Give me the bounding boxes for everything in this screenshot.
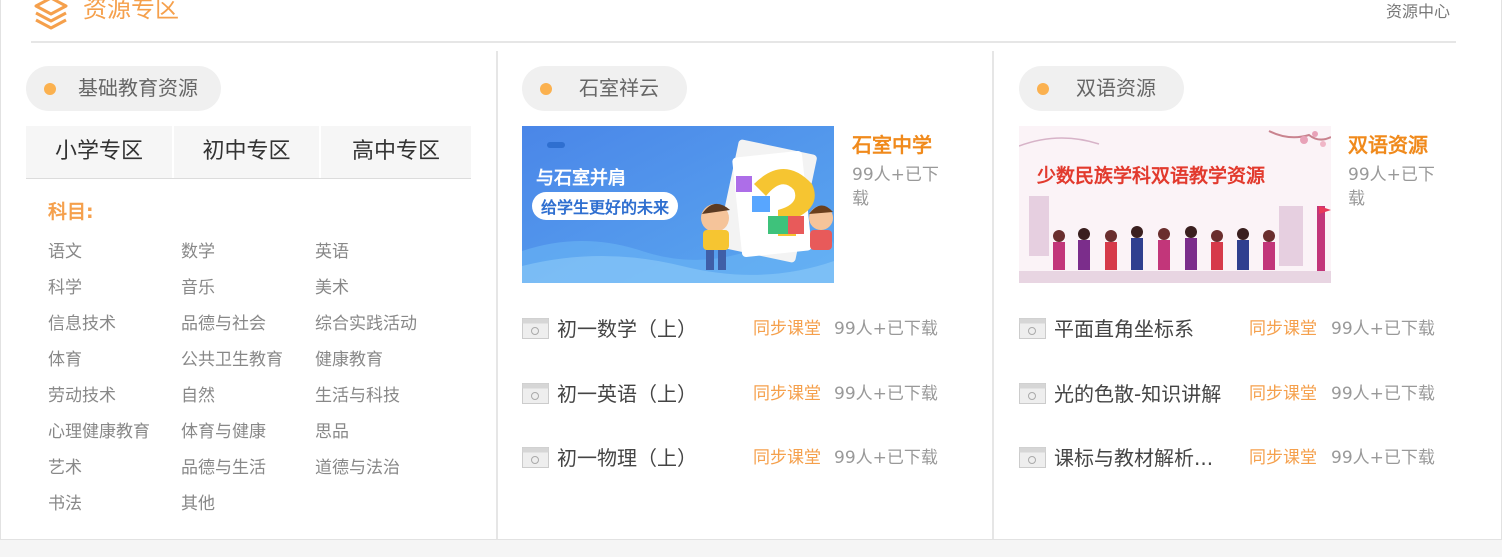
subject-link[interactable]: 科学 xyxy=(48,277,82,299)
resource-center-link[interactable]: 资源中心 xyxy=(1386,0,1450,24)
subject-link[interactable]: 道德与法治 xyxy=(315,457,400,479)
tag-basic-education[interactable]: 基础教育资源 xyxy=(26,66,221,111)
subject-link[interactable]: 综合实践活动 xyxy=(315,313,417,335)
banner-headline: 与石室并肩 xyxy=(536,168,626,189)
subject-link[interactable]: 品德与社会 xyxy=(181,313,266,335)
bullet-dot xyxy=(44,83,56,95)
banner-illustration xyxy=(1019,126,1331,283)
subject-link[interactable]: 思品 xyxy=(315,421,349,443)
list-item[interactable]: 初一数学（上） 同步课堂 99人+已下载 xyxy=(522,315,962,343)
feature-count: 99人+已下载 xyxy=(1348,165,1435,209)
item-title[interactable]: 平面直角坐标系 xyxy=(1054,315,1194,343)
subject-link[interactable]: 艺术 xyxy=(48,457,82,479)
list-item[interactable]: 光的色散-知识讲解 同步课堂 99人+已下载 xyxy=(1019,380,1459,408)
page-footer-strip xyxy=(0,541,1502,557)
document-icon xyxy=(1019,447,1046,468)
layers-icon xyxy=(34,0,68,30)
item-title[interactable]: 课标与教材解析... xyxy=(1054,444,1213,472)
document-icon xyxy=(522,318,549,339)
section-header: 资源专区 资源中心 xyxy=(31,0,1456,43)
item-title[interactable]: 光的色散-知识讲解 xyxy=(1054,380,1221,408)
subject-link[interactable]: 书法 xyxy=(48,493,82,515)
tab-senior[interactable]: 高中专区 xyxy=(321,126,471,178)
subject-link[interactable]: 品德与生活 xyxy=(181,457,266,479)
item-count: 99人+已下载 xyxy=(834,319,938,339)
bullet-dot xyxy=(1037,83,1049,95)
subject-link[interactable]: 体育 xyxy=(48,349,82,371)
item-title[interactable]: 初一数学（上） xyxy=(557,315,697,343)
item-tag: 同步课堂 xyxy=(753,448,821,468)
tag-label: 石室祥云 xyxy=(579,76,659,100)
list-item[interactable]: 初一英语（上） 同步课堂 99人+已下载 xyxy=(522,380,962,408)
tag-label: 双语资源 xyxy=(1076,76,1156,100)
item-tag: 同步课堂 xyxy=(753,319,821,339)
tag-label: 基础教育资源 xyxy=(78,76,198,100)
tag-shishi[interactable]: 石室祥云 xyxy=(522,66,687,111)
feature-title[interactable]: 双语资源 xyxy=(1348,129,1428,158)
subject-link[interactable]: 美术 xyxy=(315,277,349,299)
subject-link[interactable]: 自然 xyxy=(181,385,215,407)
subject-link[interactable]: 英语 xyxy=(315,241,349,263)
item-title[interactable]: 初一英语（上） xyxy=(557,380,697,408)
item-tag: 同步课堂 xyxy=(1249,448,1317,468)
list-item[interactable]: 课标与教材解析... 同步课堂 99人+已下载 xyxy=(1019,444,1459,472)
subject-heading: 科目: xyxy=(48,201,94,223)
subject-link[interactable]: 心理健康教育 xyxy=(48,421,150,443)
document-icon xyxy=(522,383,549,404)
list-item[interactable]: 平面直角坐标系 同步课堂 99人+已下载 xyxy=(1019,315,1459,343)
column-divider xyxy=(496,51,498,539)
subject-link[interactable]: 公共卫生教育 xyxy=(181,349,283,371)
subject-link[interactable]: 生活与科技 xyxy=(315,385,400,407)
subject-link[interactable]: 数学 xyxy=(181,241,215,263)
item-tag: 同步课堂 xyxy=(1249,319,1317,339)
document-icon xyxy=(1019,318,1046,339)
item-tag: 同步课堂 xyxy=(753,384,821,404)
subject-link[interactable]: 其他 xyxy=(181,493,215,515)
subject-link[interactable]: 劳动技术 xyxy=(48,385,116,407)
item-count: 99人+已下载 xyxy=(834,384,938,404)
document-icon xyxy=(522,447,549,468)
item-count: 99人+已下载 xyxy=(834,448,938,468)
bilingual-banner[interactable]: 少数民族学科双语教学资源 xyxy=(1019,126,1331,283)
subject-link[interactable]: 音乐 xyxy=(181,277,215,299)
item-count: 99人+已下载 xyxy=(1331,448,1435,468)
banner-headline: 少数民族学科双语教学资源 xyxy=(1037,165,1266,187)
list-item[interactable]: 初一物理（上） 同步课堂 99人+已下载 xyxy=(522,444,962,472)
stage-tabs: 小学专区 初中专区 高中专区 xyxy=(26,126,471,179)
tag-bilingual[interactable]: 双语资源 xyxy=(1019,66,1184,111)
item-title[interactable]: 初一物理（上） xyxy=(557,444,697,472)
subject-link[interactable]: 健康教育 xyxy=(315,349,383,371)
feature-count: 99人+已下载 xyxy=(852,165,939,209)
column-divider xyxy=(992,51,994,539)
section-title: 资源专区 xyxy=(83,0,179,23)
bullet-dot xyxy=(540,83,552,95)
banner-subline: 给学生更好的未来 xyxy=(532,192,679,220)
item-count: 99人+已下载 xyxy=(1331,319,1435,339)
subject-link[interactable]: 语文 xyxy=(48,241,82,263)
shishi-banner[interactable]: 与石室并肩 给学生更好的未来 xyxy=(522,126,834,283)
subject-link[interactable]: 体育与健康 xyxy=(181,421,266,443)
item-count: 99人+已下载 xyxy=(1331,384,1435,404)
item-tag: 同步课堂 xyxy=(1249,384,1317,404)
document-icon xyxy=(1019,383,1046,404)
resource-panel: 资源专区 资源中心 基础教育资源 小学专区 初中专区 高中专区 科目: 语文 数… xyxy=(0,0,1502,540)
tab-primary[interactable]: 小学专区 xyxy=(26,126,172,178)
subject-link[interactable]: 信息技术 xyxy=(48,313,116,335)
tab-junior[interactable]: 初中专区 xyxy=(174,126,319,178)
feature-title[interactable]: 石室中学 xyxy=(852,129,932,158)
